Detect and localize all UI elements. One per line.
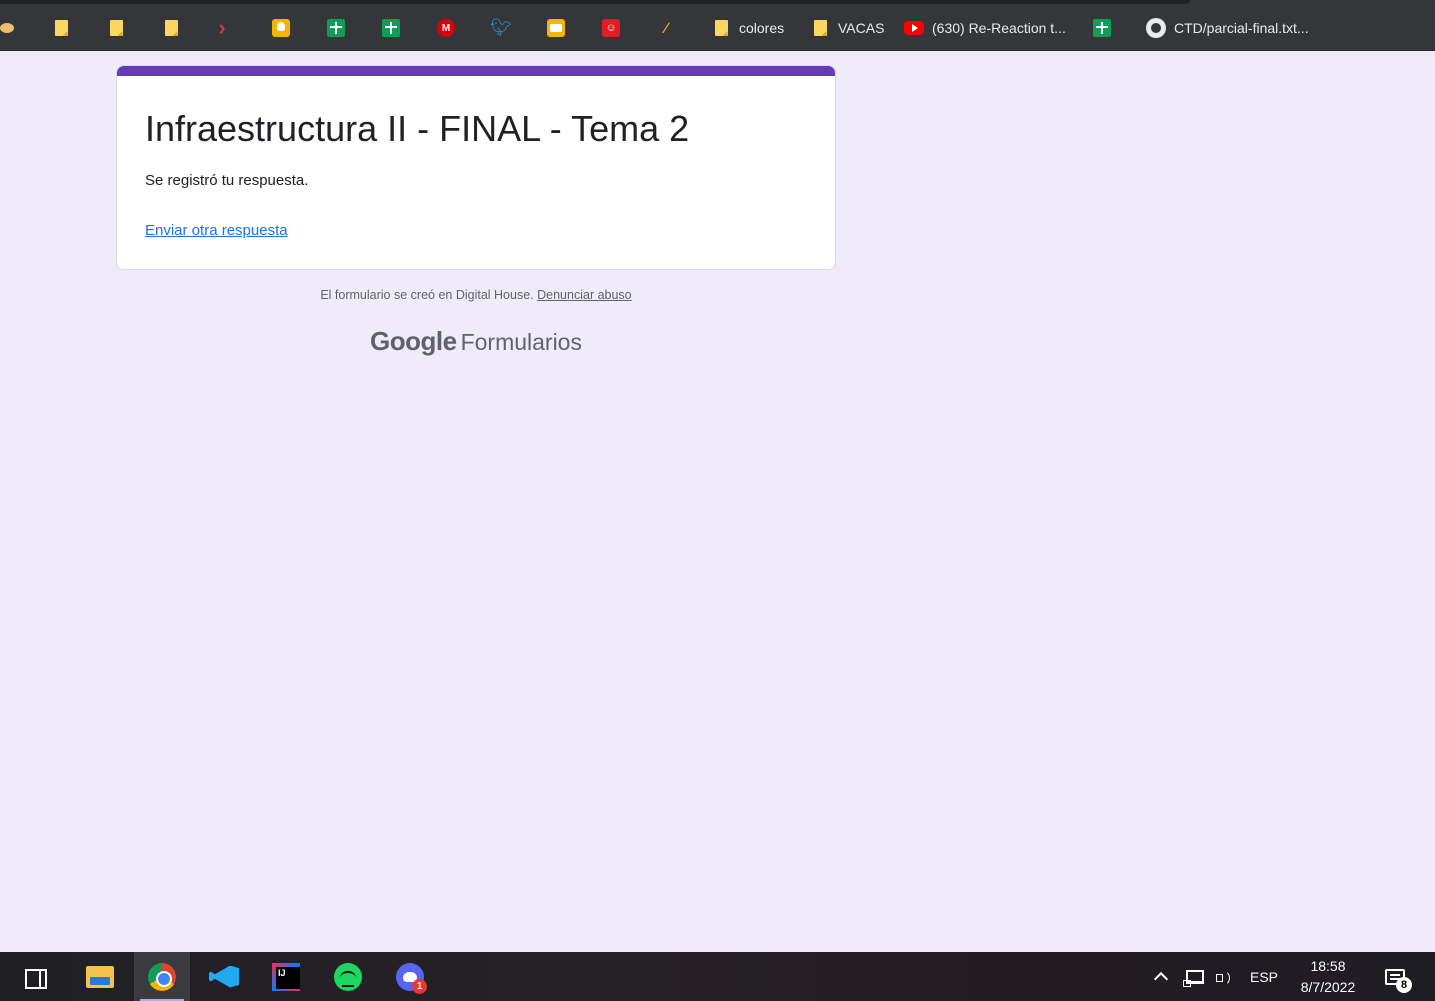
tab-strip-edge (0, 0, 1190, 4)
note-icon (161, 18, 181, 38)
network-button[interactable] (1183, 952, 1204, 1001)
chrome-button[interactable] (134, 952, 190, 1001)
sunglasses-icon (0, 18, 20, 38)
send-another-response-link[interactable]: Enviar otra respuesta (145, 222, 288, 239)
slides-icon (546, 18, 566, 38)
bookmark-label: colores (739, 20, 785, 36)
sheets-icon (326, 18, 346, 38)
red-chevron-icon: › (218, 15, 226, 40)
language-indicator[interactable]: ESP (1250, 952, 1278, 1001)
speaker-icon (1216, 969, 1234, 986)
vscode-icon (209, 962, 239, 992)
task-view-icon (25, 967, 47, 989)
github-icon (1146, 18, 1166, 38)
vscode-button[interactable] (198, 952, 250, 1001)
form-title: Infraestructura II - FINAL - Tema 2 (145, 108, 690, 149)
report-abuse-link[interactable]: Denunciar abuso (537, 288, 632, 302)
network-icon (1183, 969, 1204, 987)
clock-time: 18:58 (1310, 957, 1346, 974)
bookmark-wand[interactable]: ∕ (656, 15, 676, 41)
lastfm-icon: ☺ (601, 18, 621, 38)
file-explorer-button[interactable] (74, 952, 126, 1001)
chevron-up-icon (1153, 971, 1169, 987)
bookmark-youtube[interactable]: (630) Re-Reaction t... (904, 15, 1066, 41)
brand-google: Google (370, 326, 457, 356)
spotify-button[interactable] (322, 952, 374, 1001)
bookmarks-bar: › M 🐦︎ ☺ ∕ colores VACAS (630) Re-Reacti… (0, 0, 1435, 51)
brand-product: Formularios (460, 329, 582, 355)
bookmark-note-2[interactable] (106, 15, 126, 41)
wand-icon: ∕ (664, 19, 668, 37)
note-icon (711, 18, 731, 38)
bookmark-keep[interactable] (271, 15, 291, 41)
intellij-button[interactable] (260, 952, 312, 1001)
sheets-icon (1092, 18, 1112, 38)
confirmation-message: Se registró tu respuesta. (145, 172, 309, 189)
bookmark-redirect[interactable]: › (212, 15, 232, 41)
mega-icon: M (436, 18, 456, 38)
note-icon (810, 18, 830, 38)
bookmark-sheets-2[interactable] (381, 15, 401, 41)
clock[interactable]: 18:58 8/7/2022 (1292, 952, 1364, 1001)
bookmark-colores[interactable]: colores (711, 15, 784, 41)
spotify-icon (334, 962, 362, 991)
twitter-icon: 🐦︎ (490, 18, 512, 37)
bookmark-note-3[interactable] (161, 15, 181, 41)
discord-icon: 1 (396, 962, 427, 994)
folder-icon (86, 965, 114, 988)
bookmark-slides[interactable] (546, 15, 566, 41)
youtube-icon (904, 18, 924, 38)
bookmark-lastfm[interactable]: ☺ (601, 15, 621, 41)
keep-icon (271, 18, 291, 38)
bookmark-sheets-1[interactable] (326, 15, 346, 41)
form-footer: El formulario se creó en Digital House. … (116, 288, 836, 302)
card-accent-bar (117, 66, 835, 76)
show-hidden-icons-button[interactable] (1153, 952, 1169, 1001)
google-forms-logo[interactable]: Google Formularios (116, 326, 836, 357)
intellij-icon (272, 962, 300, 991)
notifications-count: 8 (1396, 976, 1412, 993)
bookmark-partial[interactable] (0, 15, 20, 41)
clock-date: 8/7/2022 (1300, 978, 1356, 995)
taskbar: 1 ESP 18:58 8/7/2022 8 (0, 952, 1435, 1001)
bookmark-mega[interactable]: M (436, 15, 456, 41)
discord-badge: 1 (412, 978, 427, 994)
discord-button[interactable]: 1 (384, 952, 436, 1001)
bookmark-twitter[interactable]: 🐦︎ (490, 15, 512, 41)
sheets-icon (381, 18, 401, 38)
created-by-text: El formulario se creó en Digital House. (320, 288, 534, 302)
bookmark-github[interactable]: CTD/parcial-final.txt... (1146, 15, 1309, 41)
notifications-button[interactable]: 8 (1385, 952, 1412, 1001)
notifications-icon: 8 (1385, 968, 1412, 993)
note-icon (51, 18, 71, 38)
task-view-button[interactable] (10, 952, 62, 1001)
bookmark-note-1[interactable] (51, 15, 71, 41)
volume-button[interactable] (1216, 952, 1234, 1001)
bookmark-label: VACAS (838, 20, 885, 36)
bookmark-label: (630) Re-Reaction t... (932, 20, 1066, 36)
bookmark-label: CTD/parcial-final.txt... (1174, 20, 1309, 36)
bookmark-sheets-3[interactable] (1092, 15, 1112, 41)
bookmark-vacas[interactable]: VACAS (810, 15, 884, 41)
confirmation-card: Infraestructura II - FINAL - Tema 2 Se r… (116, 65, 836, 270)
chrome-icon (148, 962, 176, 991)
note-icon (106, 18, 126, 38)
